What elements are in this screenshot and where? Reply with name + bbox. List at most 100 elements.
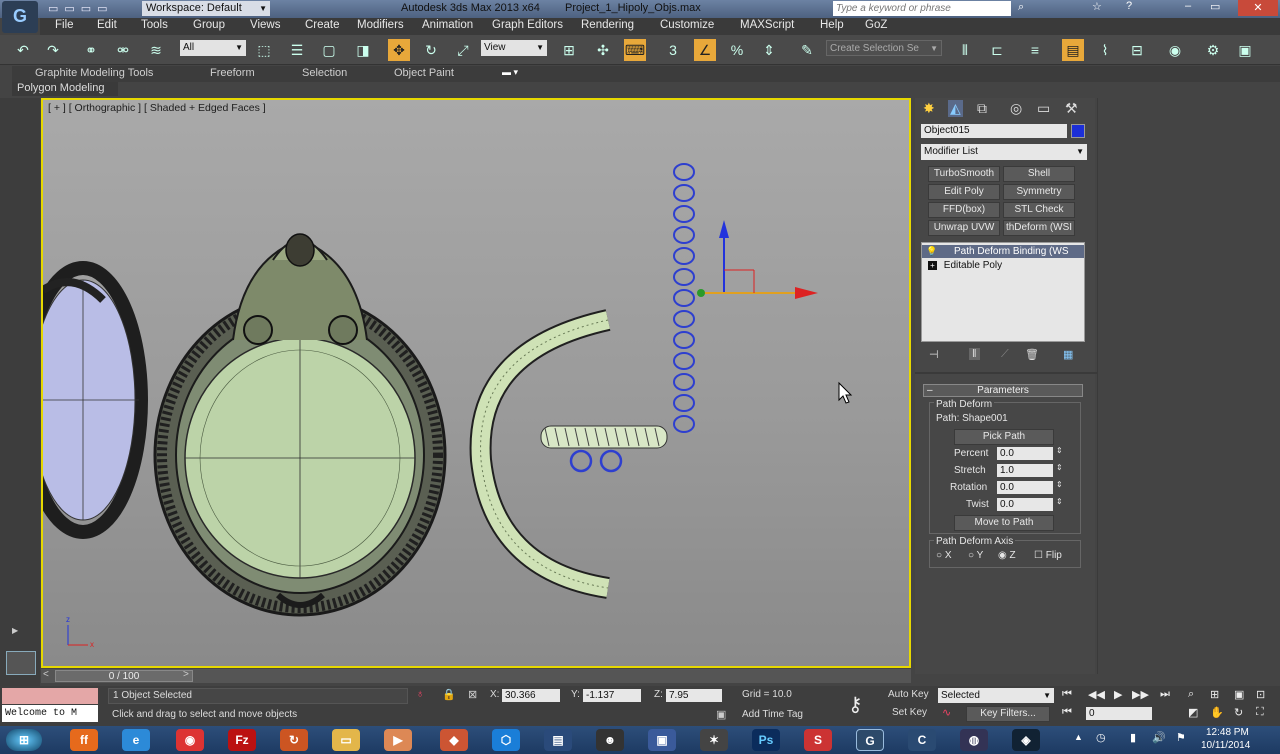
- stl-check-button[interactable]: STL Check: [1003, 202, 1075, 218]
- modify-tab-icon[interactable]: ◭: [948, 100, 963, 117]
- menu-goz[interactable]: GoZ: [865, 19, 887, 31]
- absolute-mode-icon[interactable]: ⊠: [468, 688, 477, 701]
- mirror-frame-left[interactable]: [43, 261, 148, 539]
- play-icon[interactable]: ▶: [1114, 688, 1122, 701]
- mirror-icon[interactable]: ⫴: [954, 39, 976, 61]
- menu-views[interactable]: Views: [250, 19, 280, 31]
- configure-modifier-sets-icon[interactable]: ▦: [1063, 348, 1073, 361]
- eye-app-icon[interactable]: ◈: [1012, 729, 1040, 751]
- dropbox-icon[interactable]: ⬡: [492, 729, 520, 751]
- zoom-all-icon[interactable]: ⊞: [1210, 688, 1219, 701]
- coil-object[interactable]: [540, 425, 668, 473]
- close-button[interactable]: ✕: [1238, 0, 1278, 16]
- show-end-result-icon[interactable]: ‖: [969, 348, 980, 360]
- menu-rendering[interactable]: Rendering: [581, 19, 634, 31]
- make-unique-icon[interactable]: ⟋: [1001, 348, 1009, 361]
- pivot-center-icon[interactable]: ⊞: [558, 39, 580, 61]
- tab-graphite-modeling-tools[interactable]: Graphite Modeling Tools: [35, 67, 153, 79]
- play-mini-icon[interactable]: ▶: [12, 626, 18, 635]
- add-time-tag[interactable]: Add Time Tag: [742, 709, 803, 720]
- time-slider-thumb[interactable]: 0 / 100: [55, 670, 193, 682]
- ffd-box-button[interactable]: FFD(box): [928, 202, 1000, 218]
- current-frame-field[interactable]: 0: [1086, 707, 1152, 720]
- display-tab-icon[interactable]: ▭: [1037, 100, 1050, 117]
- twist-spinner[interactable]: 0.0: [997, 498, 1053, 511]
- binoculars-icon[interactable]: ⌕: [1018, 1, 1024, 14]
- clock-date[interactable]: 10/11/2014: [1201, 740, 1250, 751]
- search-input[interactable]: Type a keyword or phrase: [833, 1, 1011, 16]
- menu-create[interactable]: Create: [305, 19, 340, 31]
- spinner-snap-icon[interactable]: ⇕: [758, 39, 780, 61]
- character-app-icon[interactable]: ☻: [596, 729, 624, 751]
- zoom-icon[interactable]: ⌕: [1188, 688, 1194, 701]
- axis-y-radio[interactable]: ○ Y: [968, 550, 983, 561]
- tray-app-icon[interactable]: ◷: [1096, 731, 1106, 744]
- undo-icon[interactable]: ↶: [12, 39, 34, 61]
- expand-plus-icon[interactable]: +: [928, 261, 937, 270]
- menu-group[interactable]: Group: [193, 19, 225, 31]
- select-and-move-icon[interactable]: ✥: [388, 39, 410, 61]
- pick-path-button[interactable]: Pick Path: [954, 429, 1054, 445]
- shell-button[interactable]: Shell: [1003, 166, 1075, 182]
- object-color-swatch[interactable]: [1071, 124, 1085, 138]
- lightbulb-icon[interactable]: 💡: [926, 246, 937, 256]
- maxscript-output[interactable]: Welcome to M: [2, 705, 98, 722]
- y-coordinate-field[interactable]: -1.137: [583, 689, 641, 702]
- menu-graph-editors[interactable]: Graph Editors: [492, 19, 563, 31]
- sync-app-icon[interactable]: ↻: [280, 729, 308, 751]
- chrome-icon[interactable]: ◉: [176, 729, 204, 751]
- ribbon-options-icon[interactable]: ▬ ▾: [502, 67, 518, 78]
- object-name-field[interactable]: Object015: [921, 124, 1067, 138]
- maximize-icon[interactable]: ▭: [1210, 0, 1220, 13]
- reference-coord-dropdown[interactable]: View ▼: [481, 40, 547, 56]
- media-player-icon[interactable]: ▶: [384, 729, 412, 751]
- move-to-path-button[interactable]: Move to Path: [954, 515, 1054, 531]
- tray-expand-icon[interactable]: ▲: [1074, 732, 1083, 742]
- time-slider[interactable]: < 0 / 100 >: [41, 669, 911, 683]
- snaps-toggle-icon[interactable]: 3: [662, 39, 684, 61]
- app-logo-icon[interactable]: G: [2, 1, 38, 33]
- previous-frame-icon[interactable]: ◀◀: [1088, 688, 1105, 701]
- maximize-viewport-icon[interactable]: ⛶: [1256, 706, 1264, 719]
- axis-x-radio[interactable]: ○ X: [936, 550, 952, 561]
- firefox-icon[interactable]: ff: [70, 729, 98, 751]
- tab-object-paint[interactable]: Object Paint: [394, 67, 454, 79]
- key-filters-button[interactable]: Key Filters...: [966, 706, 1050, 722]
- time-slider-next-icon[interactable]: >: [183, 669, 189, 680]
- unlink-icon[interactable]: ⚮: [112, 39, 134, 61]
- help-icon[interactable]: ?: [1126, 0, 1132, 12]
- window-crossing-icon[interactable]: ◨: [352, 39, 374, 61]
- turbosmooth-button[interactable]: TurboSmooth: [928, 166, 1000, 182]
- select-and-rotate-icon[interactable]: ↻: [420, 39, 442, 61]
- minimize-icon[interactable]: –: [1185, 0, 1191, 12]
- spinner-arrows-icon[interactable]: ⇕: [1056, 446, 1063, 455]
- field-of-view-icon[interactable]: ◩: [1188, 706, 1198, 719]
- cinema-app-icon[interactable]: C: [908, 729, 936, 751]
- align-icon[interactable]: ⊏: [986, 39, 1008, 61]
- percent-snap-icon[interactable]: %: [726, 39, 748, 61]
- menu-file[interactable]: File: [55, 19, 74, 31]
- x-coordinate-field[interactable]: 30.366: [502, 689, 560, 702]
- tray-volume-icon[interactable]: 🔊: [1152, 731, 1166, 744]
- link-icon[interactable]: ⚭: [80, 39, 102, 61]
- internet-explorer-icon[interactable]: e: [122, 729, 150, 751]
- select-by-name-icon[interactable]: ☰: [286, 39, 308, 61]
- sphere-app-icon[interactable]: ◍: [960, 729, 988, 751]
- pan-view-icon[interactable]: ✋: [1210, 706, 1224, 719]
- rendered-frame-window-icon[interactable]: ▣: [1234, 39, 1256, 61]
- menu-animation[interactable]: Animation: [422, 19, 473, 31]
- auto-key-button[interactable]: Auto Key: [888, 689, 929, 700]
- selection-lock-icon[interactable]: 🔒: [442, 688, 456, 701]
- pin-stack-icon[interactable]: ⊣: [929, 348, 939, 361]
- edit-poly-button[interactable]: Edit Poly: [928, 184, 1000, 200]
- keyboard-shortcut-override-icon[interactable]: ⌨: [624, 39, 646, 61]
- percent-spinner[interactable]: 0.0: [997, 447, 1053, 460]
- move-gizmo[interactable]: [697, 220, 818, 299]
- menu-tools[interactable]: Tools: [141, 19, 168, 31]
- parameters-rollout-header[interactable]: – Parameters: [923, 384, 1083, 397]
- start-button-icon[interactable]: ⊞: [6, 729, 42, 751]
- angle-snap-icon[interactable]: ∠: [694, 39, 716, 61]
- set-key-button[interactable]: Set Key: [892, 707, 927, 718]
- curve-editor-icon[interactable]: ⌇: [1094, 39, 1116, 61]
- unwrap-uvw-button[interactable]: Unwrap UVW: [928, 220, 1000, 236]
